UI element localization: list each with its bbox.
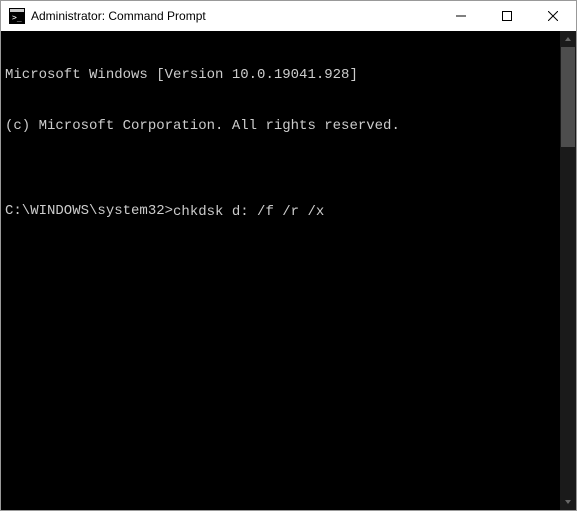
prompt-text: C:\WINDOWS\system32> <box>5 203 173 220</box>
svg-text:>_: >_ <box>12 13 22 22</box>
window-controls <box>438 1 576 31</box>
scroll-thumb[interactable] <box>561 47 575 147</box>
scroll-down-button[interactable] <box>560 494 576 510</box>
maximize-button[interactable] <box>484 1 530 31</box>
prompt-line: C:\WINDOWS\system32> <box>5 203 556 220</box>
close-icon <box>548 11 558 21</box>
maximize-icon <box>502 11 512 21</box>
output-line: (c) Microsoft Corporation. All rights re… <box>5 118 556 135</box>
command-input[interactable] <box>173 203 556 220</box>
chevron-up-icon <box>564 35 572 43</box>
minimize-button[interactable] <box>438 1 484 31</box>
chevron-down-icon <box>564 498 572 506</box>
titlebar[interactable]: >_ Administrator: Command Prompt <box>1 1 576 31</box>
terminal-area: Microsoft Windows [Version 10.0.19041.92… <box>1 31 576 510</box>
command-prompt-window: >_ Administrator: Command Prompt Microso… <box>0 0 577 511</box>
cmd-icon: >_ <box>9 8 25 24</box>
close-button[interactable] <box>530 1 576 31</box>
minimize-icon <box>456 11 466 21</box>
terminal-output[interactable]: Microsoft Windows [Version 10.0.19041.92… <box>1 31 560 510</box>
scroll-up-button[interactable] <box>560 31 576 47</box>
output-line: Microsoft Windows [Version 10.0.19041.92… <box>5 67 556 84</box>
vertical-scrollbar[interactable] <box>560 31 576 510</box>
window-title: Administrator: Command Prompt <box>31 9 438 23</box>
